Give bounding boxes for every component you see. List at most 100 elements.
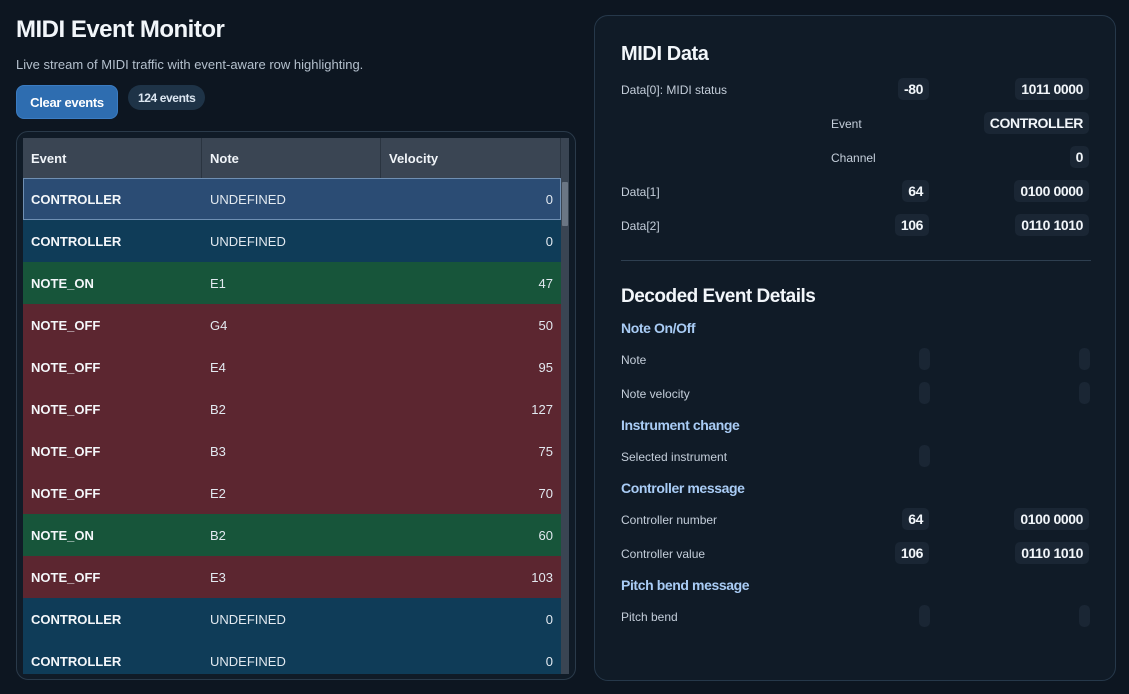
event-cell: NOTE_OFF bbox=[31, 317, 101, 333]
table-body: CONTROLLER UNDEFINED 0 CONTROLLER UNDEFINED… bbox=[23, 178, 561, 674]
scrollbar-thumb[interactable] bbox=[562, 182, 568, 226]
decoded-title: Decoded Event Details bbox=[621, 286, 816, 307]
velocity-cell: 47 bbox=[538, 275, 553, 291]
event-table-viewport[interactable]: Event Note Velocity CONTROLLER UNDEFINED 0… bbox=[23, 138, 569, 674]
note-velocity-decimal-value bbox=[919, 382, 930, 404]
table-row[interactable]: CONTROLLER UNDEFINED 0 bbox=[23, 220, 561, 262]
note-velocity-label: Note velocity bbox=[621, 387, 690, 401]
event-cell: CONTROLLER bbox=[31, 233, 122, 249]
event-cell: NOTE_OFF bbox=[31, 569, 101, 585]
event-type-value: CONTROLLER bbox=[983, 112, 1089, 134]
instrument-section-title: Instrument change bbox=[621, 417, 740, 433]
velocity-cell: 75 bbox=[538, 443, 553, 459]
column-header-note[interactable]: Note bbox=[202, 138, 381, 178]
column-header-event[interactable]: Event bbox=[23, 138, 202, 178]
data2-decimal-value: 106 bbox=[894, 214, 929, 236]
event-cell: CONTROLLER bbox=[31, 611, 122, 627]
status-label: Data[0]: MIDI status bbox=[621, 83, 728, 97]
instrument-value bbox=[919, 445, 930, 467]
table-row[interactable]: NOTE_OFF E3 103 bbox=[23, 556, 561, 598]
column-header-velocity[interactable]: Velocity bbox=[381, 138, 561, 178]
instrument-label: Selected instrument bbox=[621, 450, 728, 464]
table-row[interactable]: NOTE_OFF B2 127 bbox=[23, 388, 561, 430]
event-cell: CONTROLLER bbox=[31, 191, 122, 207]
pitch-bend-label: Pitch bend bbox=[621, 610, 678, 624]
velocity-cell: 70 bbox=[538, 485, 553, 501]
velocity-cell: 0 bbox=[545, 233, 553, 249]
note-cell: B2 bbox=[210, 401, 226, 417]
table-row[interactable]: CONTROLLER UNDEFINED 0 bbox=[23, 178, 561, 220]
note-cell: G4 bbox=[210, 317, 228, 333]
table-row[interactable]: NOTE_ON B2 60 bbox=[23, 514, 561, 556]
velocity-cell: 50 bbox=[538, 317, 553, 333]
note-velocity-binary-value bbox=[1079, 382, 1090, 404]
status-decimal-value: -80 bbox=[897, 78, 929, 100]
event-type-label: Event bbox=[831, 117, 862, 131]
page-subtitle: Live stream of MIDI traffic with event-a… bbox=[16, 57, 364, 72]
controller-value-label: Controller value bbox=[621, 547, 706, 561]
controller-value-binary-value: 0110 1010 bbox=[1015, 542, 1089, 564]
table-row[interactable]: CONTROLLER UNDEFINED 0 bbox=[23, 598, 561, 640]
table-row[interactable]: NOTE_ON E1 47 bbox=[23, 262, 561, 304]
clear-events-button[interactable]: Clear events bbox=[16, 85, 118, 119]
event-cell: CONTROLLER bbox=[31, 653, 122, 669]
note-cell: UNDEFINED bbox=[210, 653, 286, 669]
controller-number-label: Controller number bbox=[621, 513, 718, 527]
midi-details-panel: MIDI Data Data[0]: MIDI status -80 1011 … bbox=[594, 15, 1116, 681]
velocity-cell: 0 bbox=[545, 611, 553, 627]
data2-binary-value: 0110 1010 bbox=[1015, 214, 1089, 236]
note-cell: E2 bbox=[210, 485, 226, 501]
event-log-area: MIDI Event Monitor Live stream of MIDI t… bbox=[16, 0, 576, 694]
note-cell: UNDEFINED bbox=[210, 191, 286, 207]
velocity-cell: 103 bbox=[531, 569, 553, 585]
velocity-cell: 0 bbox=[545, 653, 553, 669]
event-cell: NOTE_OFF bbox=[31, 443, 101, 459]
note-cell: UNDEFINED bbox=[210, 611, 286, 627]
table-header: Event Note Velocity bbox=[23, 138, 561, 178]
controller-number-binary-value: 0100 0000 bbox=[1014, 508, 1089, 530]
note-decimal-value bbox=[919, 348, 930, 370]
note-label: Note bbox=[621, 353, 647, 367]
event-table: Event Note Velocity CONTROLLER UNDEFINED 0… bbox=[16, 131, 576, 680]
note-cell: B3 bbox=[210, 443, 226, 459]
note-cell: E3 bbox=[210, 569, 226, 585]
channel-label: Channel bbox=[831, 151, 876, 165]
note-cell: E4 bbox=[210, 359, 226, 375]
pitch-bend-binary-value bbox=[1079, 605, 1090, 627]
velocity-cell: 95 bbox=[538, 359, 553, 375]
table-scrollbar[interactable] bbox=[561, 138, 569, 674]
event-cell: NOTE_OFF bbox=[31, 359, 101, 375]
pitch-bend-decimal-value bbox=[919, 605, 930, 627]
data1-decimal-value: 64 bbox=[902, 180, 929, 202]
controller-value-decimal-value: 106 bbox=[894, 542, 929, 564]
table-row[interactable]: NOTE_OFF E2 70 bbox=[23, 472, 561, 514]
status-binary-value: 1011 0000 bbox=[1015, 78, 1089, 100]
section-divider bbox=[621, 260, 1091, 261]
event-cell: NOTE_OFF bbox=[31, 485, 101, 501]
event-count-badge: 124 events bbox=[128, 85, 206, 110]
data1-label: Data[1] bbox=[621, 185, 660, 199]
event-cell: NOTE_ON bbox=[31, 527, 94, 543]
table-row[interactable]: NOTE_OFF G4 50 bbox=[23, 304, 561, 346]
event-cell: NOTE_ON bbox=[31, 275, 94, 291]
data2-label: Data[2] bbox=[621, 219, 660, 233]
table-row[interactable]: NOTE_OFF E4 95 bbox=[23, 346, 561, 388]
data1-binary-value: 0100 0000 bbox=[1014, 180, 1089, 202]
pitch-section-title: Pitch bend message bbox=[621, 577, 750, 593]
controller-section-title: Controller message bbox=[621, 480, 745, 496]
note-section-title: Note On/Off bbox=[621, 320, 696, 336]
table-row[interactable]: CONTROLLER UNDEFINED 0 bbox=[23, 640, 561, 674]
note-cell: E1 bbox=[210, 275, 226, 291]
velocity-cell: 0 bbox=[545, 191, 553, 207]
event-cell: NOTE_OFF bbox=[31, 401, 101, 417]
note-binary-value bbox=[1079, 348, 1090, 370]
velocity-cell: 60 bbox=[538, 527, 553, 543]
velocity-cell: 127 bbox=[531, 401, 553, 417]
page-title: MIDI Event Monitor bbox=[16, 16, 225, 43]
table-row[interactable]: NOTE_OFF B3 75 bbox=[23, 430, 561, 472]
note-cell: B2 bbox=[210, 527, 226, 543]
note-cell: UNDEFINED bbox=[210, 233, 286, 249]
channel-value: 0 bbox=[1069, 146, 1089, 168]
midi-data-title: MIDI Data bbox=[621, 43, 709, 65]
controller-number-decimal-value: 64 bbox=[902, 508, 929, 530]
